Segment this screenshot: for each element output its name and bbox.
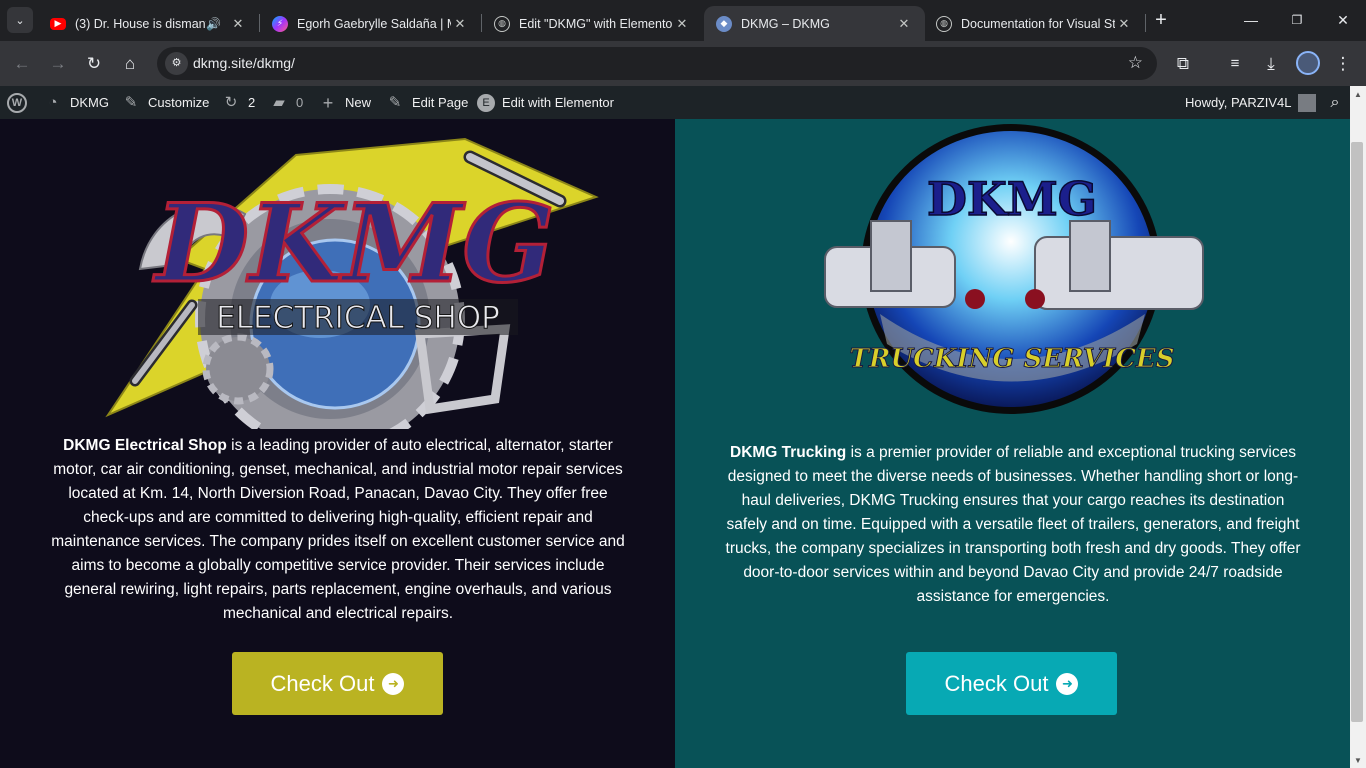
search-button[interactable]: ⌕ xyxy=(1325,86,1352,119)
trucking-description-text: is a premier provider of reliable and ex… xyxy=(725,444,1301,605)
howdy-label: Howdy, PARZIV4L xyxy=(1185,95,1292,110)
dashboard-icon: ◔ xyxy=(48,93,58,111)
arrow-circle-right-icon xyxy=(1056,672,1079,695)
edit-page-label: Edit Page xyxy=(412,95,469,110)
logo-subtitle-text: TRUCKING SERVICES xyxy=(850,344,1175,374)
customize-label: Customize xyxy=(148,95,210,110)
browser-tab-strip: ⌄ ▶ (3) Dr. House is dismantl 🔊 ✕ ⚡ Egor… xyxy=(0,0,1366,41)
close-tab-icon[interactable]: ✕ xyxy=(1115,16,1133,32)
edit-page-link[interactable]: ✎ Edit Page xyxy=(385,86,469,119)
scroll-down-icon[interactable]: ▼ xyxy=(1350,754,1366,768)
electrical-shop-logo: DKMG ELECTRICAL SHOP xyxy=(105,137,599,429)
youtube-icon: ▶ xyxy=(50,17,66,30)
elementor-icon: E xyxy=(477,93,495,112)
logo-subtitle-text: ELECTRICAL SHOP xyxy=(216,300,500,336)
close-tab-icon[interactable]: ✕ xyxy=(451,16,469,32)
reload-icon[interactable]: ↻ xyxy=(81,51,107,77)
button-label: Check Out xyxy=(944,670,1049,696)
new-label: New xyxy=(345,95,372,110)
site-name-link[interactable]: ◔ DKMG xyxy=(43,86,109,119)
updates-count: 2 xyxy=(248,95,256,110)
edit-elementor-label: Edit with Elementor xyxy=(502,95,614,110)
new-tab-button[interactable]: + xyxy=(1150,9,1172,31)
trucking-services-logo: DKMG TRUCKING SERVICES xyxy=(824,124,1204,414)
minimize-icon[interactable]: — xyxy=(1239,8,1263,32)
close-tab-icon[interactable]: ✕ xyxy=(895,16,913,32)
url-text[interactable]: dkmg.site/dkmg/ xyxy=(193,55,295,71)
close-window-icon[interactable]: ✕ xyxy=(1331,8,1355,32)
tab-messenger[interactable]: ⚡ Egorh Gaebrylle Saldaña | M ✕ xyxy=(260,6,481,41)
tab-elementor[interactable]: ◍ Edit "DKMG" with Elementor ✕ xyxy=(482,6,703,41)
tab-divider xyxy=(1145,14,1146,32)
electrical-description: DKMG Electrical Shop is a leading provid… xyxy=(48,434,628,626)
messenger-icon: ⚡ xyxy=(272,15,288,32)
dkmg-site-icon: ◆ xyxy=(716,15,732,32)
tab-title: (3) Dr. House is dismantl xyxy=(75,16,207,31)
tab-title: DKMG – DKMG xyxy=(741,16,830,31)
media-controls-icon[interactable]: ≡ xyxy=(1222,51,1248,77)
user-avatar xyxy=(1298,93,1317,112)
edit-elementor-link[interactable]: E Edit with Elementor xyxy=(477,86,614,119)
tab-dkmg[interactable]: ◆ DKMG – DKMG ✕ xyxy=(704,6,925,41)
globe-icon: ◍ xyxy=(936,15,952,32)
site-name-label: DKMG xyxy=(70,95,109,110)
menu-kebab-icon[interactable]: ⋮ xyxy=(1330,51,1356,77)
arrow-circle-right-icon xyxy=(382,672,405,695)
browser-toolbar: ← → ↻ ⌂ ⚙ dkmg.site/dkmg/ ☆ ⧉ ≡ ⤓ ⋮ xyxy=(0,41,1366,86)
comments-link[interactable]: ▰ 0 xyxy=(269,86,303,119)
back-icon[interactable]: ← xyxy=(9,51,35,77)
profile-avatar[interactable] xyxy=(1296,51,1320,75)
brush-icon: ✎ xyxy=(124,93,138,111)
close-tab-icon[interactable]: ✕ xyxy=(673,16,691,32)
trucking-check-out-button[interactable]: Check Out xyxy=(906,652,1117,715)
speaker-icon[interactable]: 🔊 xyxy=(206,17,221,31)
tab-youtube[interactable]: ▶ (3) Dr. House is dismantl 🔊 ✕ xyxy=(38,6,259,41)
tab-search-button[interactable]: ⌄ xyxy=(7,7,33,33)
electrical-description-text: is a leading provider of auto electrical… xyxy=(51,437,625,622)
page-content: DKMG ELECTRICAL SHOP DKMG Electrical Sho… xyxy=(0,119,1350,768)
my-account-link[interactable]: Howdy, PARZIV4L xyxy=(1185,86,1317,119)
logo-title-text: DKMG xyxy=(152,181,554,307)
button-label: Check Out xyxy=(270,670,375,696)
close-tab-icon[interactable]: ✕ xyxy=(229,16,247,32)
scrollbar-thumb[interactable] xyxy=(1351,142,1363,722)
pencil-icon: ✎ xyxy=(388,93,402,111)
logo-title-text: DKMG xyxy=(927,172,1097,226)
updates-icon: ↻ xyxy=(224,93,238,111)
tab-title: Edit "DKMG" with Elementor xyxy=(519,16,673,31)
trucking-description: DKMG Trucking is a premier provider of r… xyxy=(723,441,1303,609)
wp-admin-bar: W ◔ DKMG ✎ Customize ↻ 2 ▰ 0 + New ✎ Edi… xyxy=(0,86,1366,119)
address-bar[interactable]: ⚙ dkmg.site/dkmg/ ☆ xyxy=(157,47,1157,80)
wordpress-logo-button[interactable]: W xyxy=(7,86,27,119)
scroll-up-icon[interactable]: ▲ xyxy=(1350,88,1366,102)
home-icon[interactable]: ⌂ xyxy=(117,51,143,77)
wordpress-icon: W xyxy=(7,92,27,113)
updates-link[interactable]: ↻ 2 xyxy=(221,86,256,119)
search-icon: ⌕ xyxy=(1330,93,1340,111)
forward-icon[interactable]: → xyxy=(45,51,71,77)
bookmark-star-icon[interactable]: ☆ xyxy=(1128,53,1143,73)
trucking-name: DKMG Trucking xyxy=(730,444,847,461)
tab-documentation[interactable]: ◍ Documentation for Visual St ✕ xyxy=(924,6,1145,41)
site-info-icon[interactable]: ⚙ xyxy=(165,52,188,75)
new-content-link[interactable]: + New xyxy=(318,86,371,119)
comment-icon: ▰ xyxy=(273,93,285,111)
plus-icon: + xyxy=(322,92,334,113)
customize-link[interactable]: ✎ Customize xyxy=(121,86,210,119)
tab-title: Egorh Gaebrylle Saldaña | M xyxy=(297,16,451,31)
comments-count: 0 xyxy=(296,95,304,110)
extensions-icon[interactable]: ⧉ xyxy=(1170,51,1196,77)
tab-title: Documentation for Visual St xyxy=(961,16,1115,31)
globe-icon: ◍ xyxy=(494,15,510,32)
restore-icon[interactable]: ❐ xyxy=(1285,8,1309,32)
electrical-check-out-button[interactable]: Check Out xyxy=(232,652,443,715)
downloads-icon[interactable]: ⤓ xyxy=(1258,51,1284,77)
electrical-name: DKMG Electrical Shop xyxy=(63,437,227,454)
